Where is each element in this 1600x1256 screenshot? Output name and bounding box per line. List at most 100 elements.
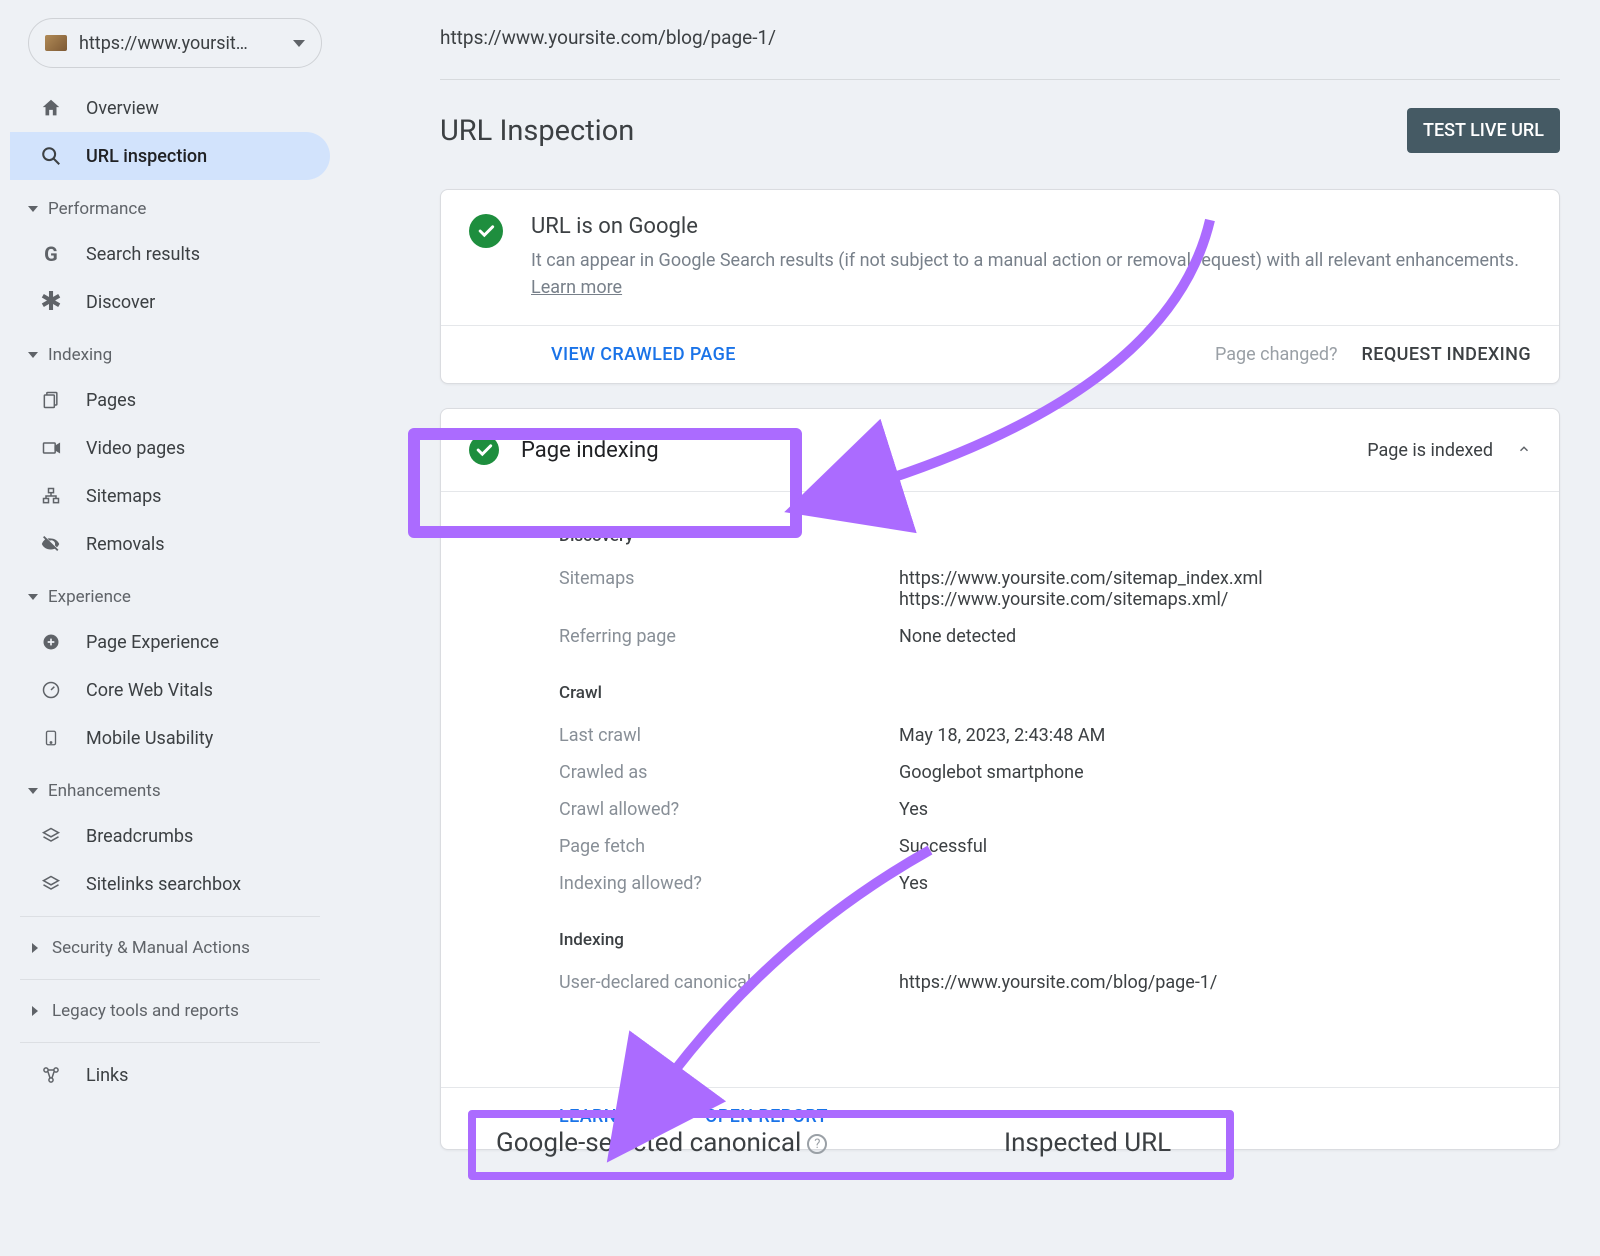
nav-sitemaps[interactable]: Sitemaps — [10, 472, 330, 520]
nav-pages[interactable]: Pages — [10, 376, 330, 424]
nav-label: Breadcrumbs — [86, 826, 193, 847]
nav-label: URL inspection — [86, 146, 207, 167]
group-label: Indexing — [48, 345, 112, 365]
main-content: https://www.yoursite.com/blog/page-1/ UR… — [340, 0, 1600, 1150]
property-selector[interactable]: https://www.yoursit… — [28, 18, 322, 68]
chevron-down-icon — [28, 788, 38, 794]
nav-label: Pages — [86, 390, 136, 411]
video-icon — [38, 435, 64, 461]
open-report-button[interactable]: OPEN REPORT — [705, 1106, 828, 1127]
check-circle-icon — [469, 435, 499, 465]
layers-icon — [38, 823, 64, 849]
nav-discover[interactable]: ✱ Discover — [10, 278, 330, 326]
nav-video-pages[interactable]: Video pages — [10, 424, 330, 472]
nav-label: Removals — [86, 534, 165, 555]
kv-val: Yes — [899, 799, 1531, 820]
test-live-url-button[interactable]: TEST LIVE URL — [1407, 108, 1560, 153]
kv-val: Yes — [899, 873, 1531, 894]
group-label: Performance — [48, 199, 146, 219]
pages-icon — [38, 387, 64, 413]
nav-label: Sitemaps — [86, 486, 161, 507]
nav-breadcrumbs[interactable]: Breadcrumbs — [10, 812, 330, 860]
page-title: URL Inspection — [440, 114, 634, 148]
kv-key: Sitemaps — [559, 568, 899, 610]
nav-sitelinks-searchbox[interactable]: Sitelinks searchbox — [10, 860, 330, 908]
divider — [20, 1042, 320, 1043]
mobile-icon — [38, 725, 64, 751]
kv-key: Referring page — [559, 626, 899, 647]
home-icon — [38, 95, 64, 121]
status-description: It can appear in Google Search results (… — [531, 247, 1531, 301]
divider — [20, 916, 320, 917]
kv-val: May 18, 2023, 2:43:48 AM — [899, 725, 1531, 746]
nav-label: Page Experience — [86, 632, 219, 653]
learn-more-button[interactable]: LEARN MORE — [559, 1106, 673, 1127]
chevron-down-icon — [293, 40, 305, 47]
kv-key: Indexing allowed? — [559, 873, 899, 894]
nav-label: Links — [86, 1065, 128, 1086]
layers-icon — [38, 871, 64, 897]
nav-label: Discover — [86, 292, 155, 313]
help-icon[interactable]: ? — [807, 1134, 827, 1154]
section-indexing: Indexing — [559, 930, 1531, 950]
kv-val: None detected — [899, 626, 1531, 647]
kv-key: Last crawl — [559, 725, 899, 746]
kv-val: https://www.yoursite.com/sitemap_index.x… — [899, 568, 1531, 610]
nav-removals[interactable]: Removals — [10, 520, 330, 568]
nav-label: Sitelinks searchbox — [86, 874, 241, 895]
google-icon: G — [38, 241, 64, 267]
nav-label: Search results — [86, 244, 200, 265]
links-icon — [38, 1062, 64, 1088]
group-performance[interactable]: Performance — [10, 188, 330, 230]
view-crawled-page-button[interactable]: VIEW CRAWLED PAGE — [551, 344, 736, 365]
status-card: URL is on Google It can appear in Google… — [440, 189, 1560, 384]
chevron-down-icon — [28, 352, 38, 358]
kv-key: User-declared canonical — [559, 972, 899, 993]
page-changed-label: Page changed? — [1215, 344, 1338, 365]
page-indexing-header[interactable]: Page indexing Page is indexed — [441, 409, 1559, 491]
chevron-right-icon — [32, 943, 38, 953]
chevron-down-icon — [28, 594, 38, 600]
divider — [440, 79, 1560, 80]
chevron-down-icon — [28, 206, 38, 212]
nav-core-web-vitals[interactable]: Core Web Vitals — [10, 666, 330, 714]
nav-label: Video pages — [86, 438, 185, 459]
group-label: Enhancements — [48, 781, 161, 801]
check-circle-icon — [469, 214, 503, 248]
nav-overview[interactable]: Overview — [10, 84, 330, 132]
group-enhancements[interactable]: Enhancements — [10, 770, 330, 812]
nav-label: Mobile Usability — [86, 728, 213, 749]
nav-page-experience[interactable]: Page Experience — [10, 618, 330, 666]
search-icon — [38, 143, 64, 169]
nav-links[interactable]: Links — [10, 1051, 330, 1099]
inspected-url: https://www.yoursite.com/blog/page-1/ — [440, 26, 1560, 79]
nav-label: Core Web Vitals — [86, 680, 213, 701]
kv-key: Crawl allowed? — [559, 799, 899, 820]
group-label: Experience — [48, 587, 131, 607]
page-indexing-title: Page indexing — [521, 438, 659, 463]
nav-security[interactable]: Security & Manual Actions — [10, 925, 330, 971]
nav-mobile-usability[interactable]: Mobile Usability — [10, 714, 330, 762]
google-canonical-key: Google-selected canonical? — [496, 1128, 827, 1158]
section-crawl: Crawl — [559, 683, 1531, 703]
page-indexing-card: Page indexing Page is indexed Discovery … — [440, 408, 1560, 1150]
nav-label: Overview — [86, 98, 159, 119]
section-discovery: Discovery — [559, 526, 1531, 546]
status-title: URL is on Google — [531, 214, 1531, 239]
nav-legacy[interactable]: Legacy tools and reports — [10, 988, 330, 1034]
request-indexing-button[interactable]: REQUEST INDEXING — [1362, 344, 1531, 365]
kv-val: https://www.yoursite.com/blog/page-1/ — [899, 972, 1531, 993]
chevron-right-icon — [32, 1006, 38, 1016]
learn-more-link[interactable]: Learn more — [531, 277, 622, 298]
nav-url-inspection[interactable]: URL inspection — [10, 132, 330, 180]
property-label: https://www.yoursit… — [79, 33, 283, 54]
group-experience[interactable]: Experience — [10, 576, 330, 618]
gauge-icon — [38, 677, 64, 703]
nav-label: Security & Manual Actions — [52, 938, 250, 958]
chevron-up-icon — [1517, 441, 1531, 460]
nav-search-results[interactable]: G Search results — [10, 230, 330, 278]
group-indexing[interactable]: Indexing — [10, 334, 330, 376]
plus-circle-icon — [38, 629, 64, 655]
asterisk-icon: ✱ — [38, 289, 64, 315]
sitemap-icon — [38, 483, 64, 509]
